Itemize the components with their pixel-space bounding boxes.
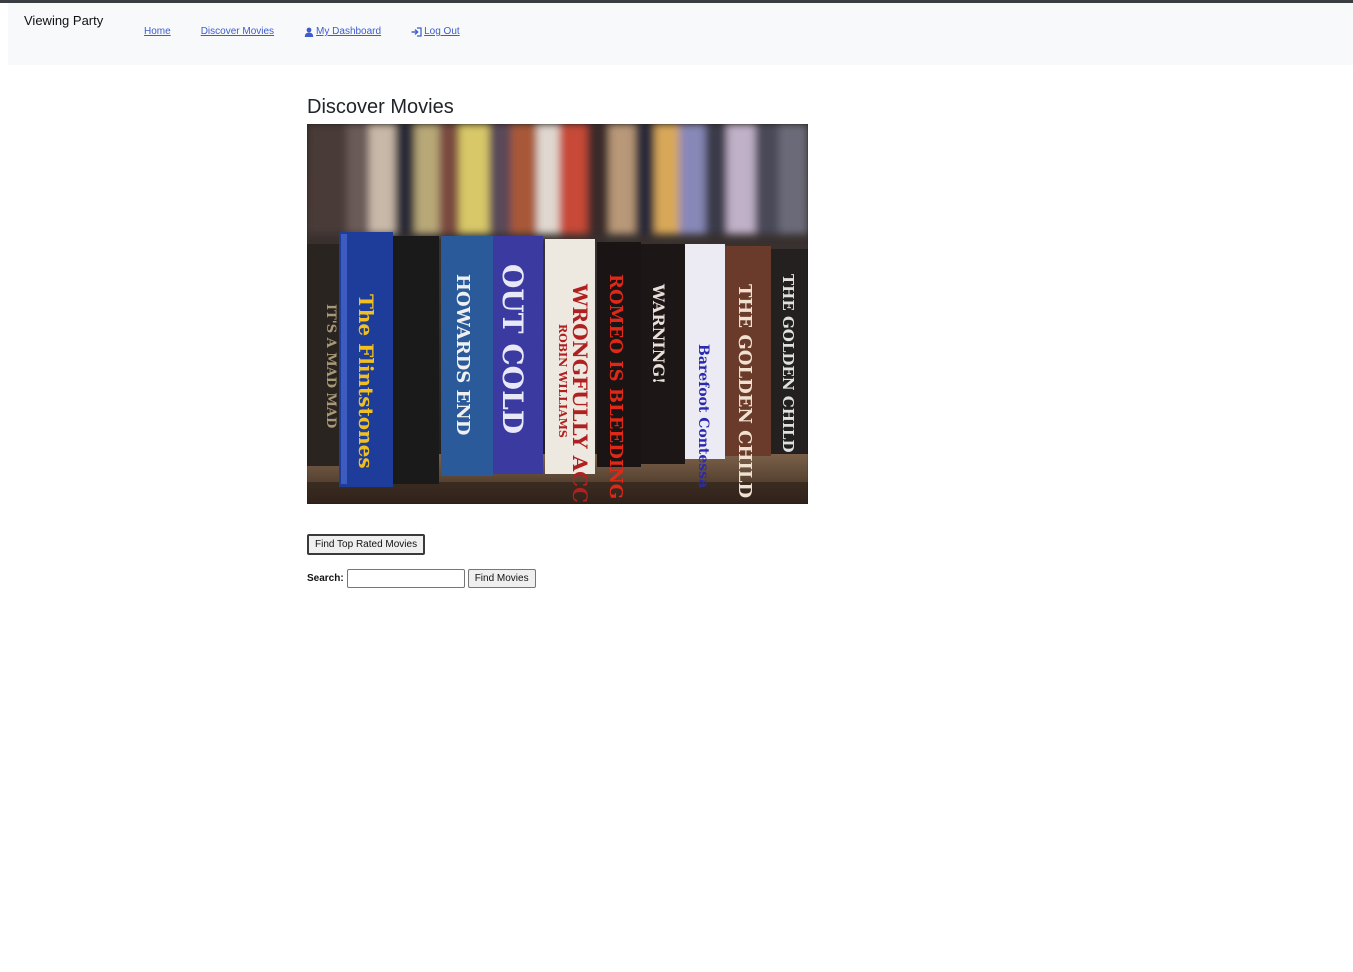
search-label: Search:	[307, 573, 344, 584]
brand[interactable]: Viewing Party	[24, 13, 103, 28]
nav-logout-label: Log Out	[424, 26, 460, 37]
nav-home-label: Home	[144, 26, 171, 37]
spine-text-11: THE GOLDEN CHILD	[779, 274, 797, 452]
spine-text-7: ROMEO IS BLEEDING	[605, 274, 626, 499]
nav-dashboard-label: My Dashboard	[316, 26, 382, 37]
nav-links: Home Discover Movies My Dashboard Log Ou…	[144, 26, 490, 37]
search-form: Search: Find Movies	[307, 569, 827, 588]
spine-text-8: WARNING!	[649, 283, 668, 384]
sign-in-icon	[411, 26, 422, 37]
spine-text-9: Barefoot Contessa	[695, 344, 711, 488]
vhs-tapes-image: IT'S A MAD MAD The Flintstones HOWARDS E…	[307, 124, 808, 504]
user-icon	[304, 27, 314, 37]
navbar: Viewing Party Home Discover Movies My Da…	[8, 3, 1353, 65]
page-title: Discover Movies	[307, 96, 454, 118]
find-top-rated-movies-button[interactable]: Find Top Rated Movies	[307, 534, 426, 555]
nav-log-out-link[interactable]: Log Out	[411, 26, 460, 37]
spine-text-3: HOWARDS END	[452, 274, 473, 435]
nav-discover-label: Discover Movies	[200, 26, 275, 37]
spine-text-5: ROBIN WILLIAMS	[556, 324, 569, 438]
spine-text-10: THE GOLDEN CHILD	[734, 284, 755, 498]
nav-home-link[interactable]: Home	[144, 26, 171, 37]
nav-my-dashboard-link[interactable]: My Dashboard	[304, 26, 381, 37]
find-movies-button[interactable]: Find Movies	[467, 569, 536, 588]
spine-text-4: OUT COLD	[496, 264, 529, 434]
search-input[interactable]	[346, 569, 465, 588]
main-content: Discover Movies IT'S A MAD MAD The Flint…	[307, 92, 827, 588]
spine-text-6: WRONGFULLY ACCUSED	[568, 283, 592, 504]
spine-text-1: IT'S A MAD MAD	[323, 304, 338, 428]
nav-discover-movies-link[interactable]: Discover Movies	[201, 26, 274, 37]
spine-text-2: The Flintstones	[354, 294, 378, 469]
